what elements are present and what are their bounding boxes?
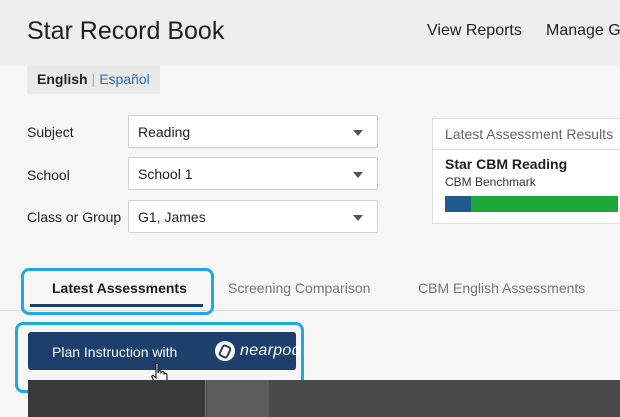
card-header: Latest Assessment Results xyxy=(445,126,614,142)
class-group-value: G1, James xyxy=(138,209,206,225)
card-divider xyxy=(433,149,620,150)
nav-view-reports[interactable]: View Reports xyxy=(427,22,522,40)
school-select[interactable]: School 1 xyxy=(128,157,378,190)
school-label: School xyxy=(27,167,70,183)
language-spanish[interactable]: Español xyxy=(99,71,150,87)
card-subtitle: CBM Benchmark xyxy=(445,175,536,189)
language-english[interactable]: English xyxy=(37,71,88,87)
grid-column xyxy=(28,380,206,417)
top-bar: Star Record Book View Reports Manage Gr xyxy=(0,0,620,66)
language-switcher: English | Español xyxy=(27,66,160,94)
language-separator: | xyxy=(91,71,96,87)
subject-value: Reading xyxy=(138,124,191,140)
class-group-select[interactable]: G1, James xyxy=(128,200,378,233)
chevron-down-icon xyxy=(353,172,363,178)
subject-label: Subject xyxy=(27,124,74,140)
assessment-grid-header xyxy=(28,380,620,417)
subject-select[interactable]: Reading xyxy=(128,115,378,148)
chevron-down-icon xyxy=(353,215,363,221)
grid-column xyxy=(207,380,269,417)
nav-manage-groups[interactable]: Manage Gr xyxy=(546,22,620,40)
tab-highlight-outline xyxy=(21,268,214,315)
class-group-label: Class or Group xyxy=(27,209,122,225)
benchmark-segment-green xyxy=(470,196,618,212)
latest-results-card[interactable]: Latest Assessment Results Star CBM Readi… xyxy=(432,118,620,224)
chevron-down-icon xyxy=(353,130,363,136)
card-title: Star CBM Reading xyxy=(445,156,568,172)
tab-screening-comparison[interactable]: Screening Comparison xyxy=(228,280,370,296)
school-value: School 1 xyxy=(138,166,193,182)
tab-cbm-english[interactable]: CBM English Assessments xyxy=(418,280,585,296)
app-title: Star Record Book xyxy=(27,17,225,45)
benchmark-segment-blue xyxy=(445,196,471,212)
benchmark-bar xyxy=(445,196,618,212)
